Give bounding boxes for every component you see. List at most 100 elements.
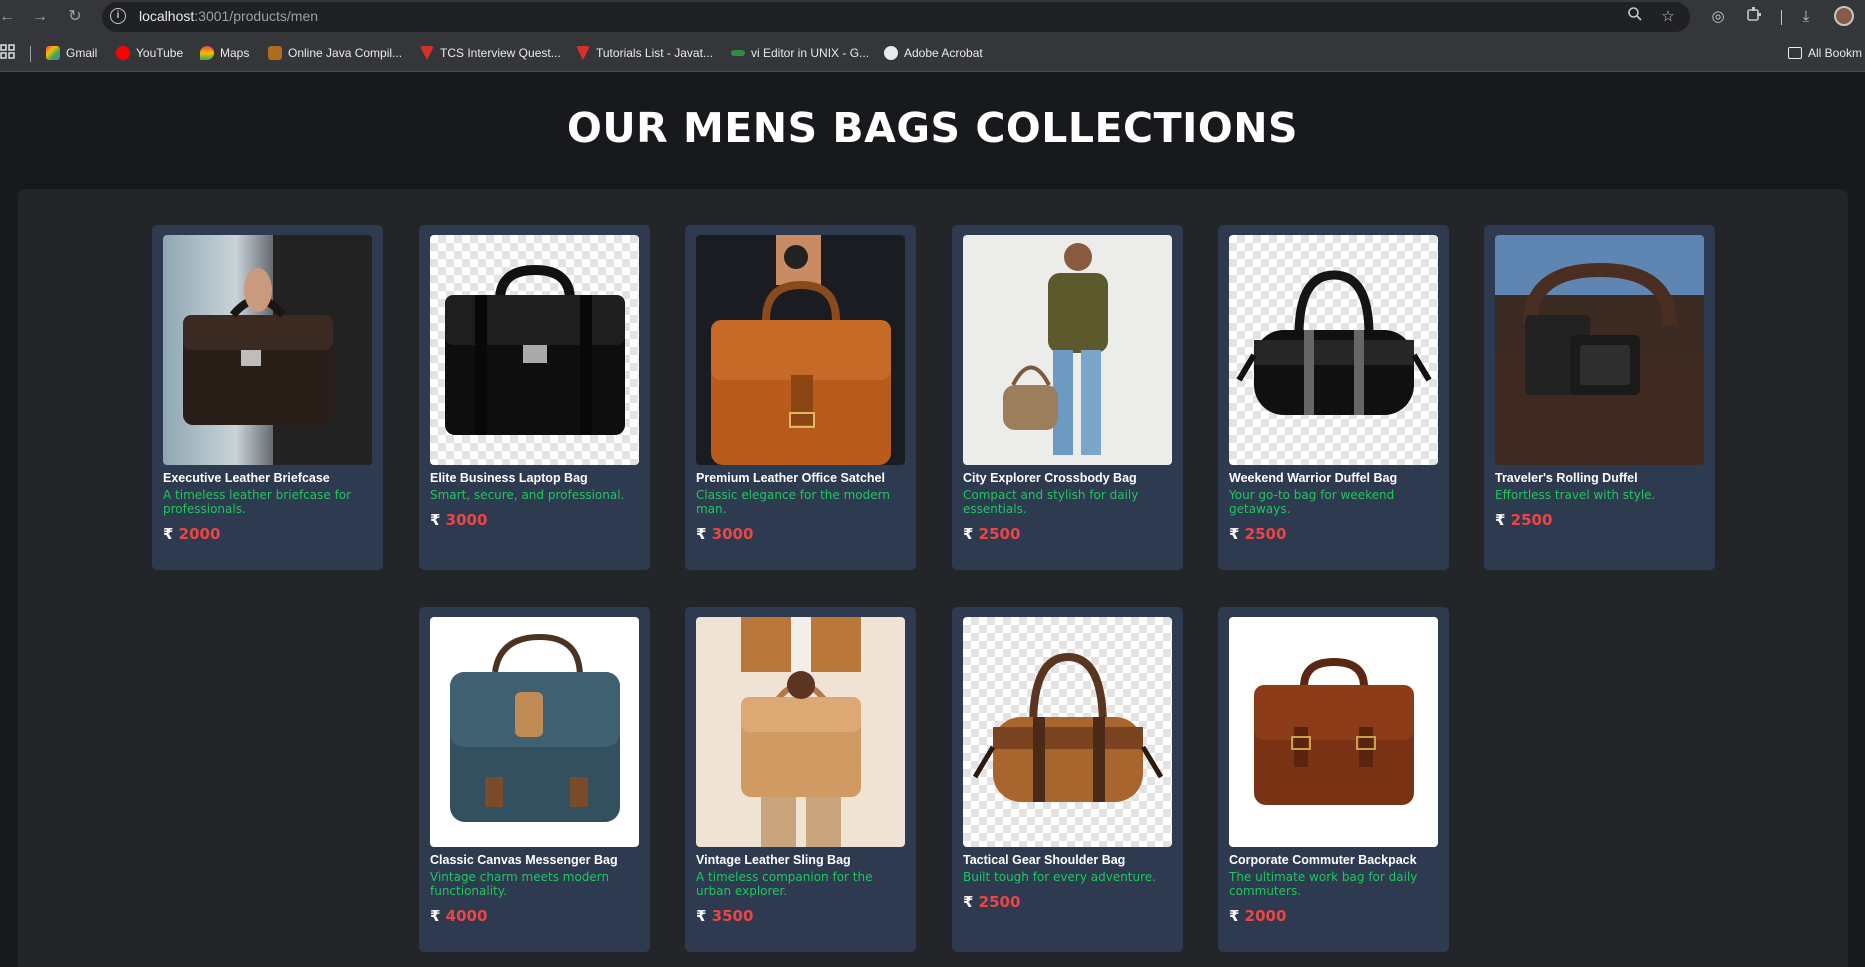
zoom-icon[interactable] [1624,6,1646,28]
globe-icon [884,46,898,60]
price-amount: 4000 [445,907,488,925]
apps-grid-icon[interactable] [0,44,16,60]
product-image [163,235,372,465]
product-name: Premium Leather Office Satchel [696,471,885,485]
url-path: :3001/products/men [194,8,319,24]
product-name: Corporate Commuter Backpack [1229,853,1417,867]
bookmark-label: YouTube [136,46,184,60]
product-image [963,235,1172,465]
product-price: ₹ 3000 [696,525,753,543]
product-card[interactable]: Premium Leather Office Satchel Classic e… [685,225,916,570]
product-name: Executive Leather Briefcase [163,471,330,485]
currency-symbol: ₹ [1229,907,1240,925]
all-bookmarks[interactable]: All Bookm [1788,44,1862,62]
product-price: ₹ 2500 [1229,525,1286,543]
javatpoint-icon [576,46,590,60]
bookmark-youtube[interactable]: YouTube [116,44,183,62]
profile-avatar[interactable] [1834,6,1854,26]
bookmark-label: TCS Interview Quest... [440,46,561,60]
url-host: localhost [139,8,195,24]
product-name: Vintage Leather Sling Bag [696,853,851,867]
bookmark-label: Gmail [66,46,98,60]
product-card[interactable]: Weekend Warrior Duffel Bag Your go-to ba… [1218,225,1449,570]
product-price: ₹ 3000 [430,511,487,529]
bookmark-label: vi Editor in UNIX - G... [751,46,870,60]
site-info-icon[interactable]: i [110,8,126,24]
product-card[interactable]: Classic Canvas Messenger Bag Vintage cha… [419,607,650,952]
product-description: Classic elegance for the modern man. [696,488,890,516]
gmail-icon [46,46,60,60]
product-card[interactable]: Elite Business Laptop Bag Smart, secure,… [419,225,650,570]
price-amount: 2000 [178,525,221,543]
geeksforgeeks-icon [731,50,745,56]
product-image [1229,235,1438,465]
address-bar[interactable] [102,2,1690,32]
extension-circle-icon[interactable]: ◎ [1707,6,1729,28]
forward-arrow-icon[interactable]: → [29,6,51,28]
price-amount: 3000 [445,511,488,529]
all-bookmarks-label: All Bookm [1808,46,1863,60]
price-amount: 2500 [1244,525,1287,543]
extensions-puzzle-icon[interactable] [1743,6,1765,28]
bookmark-online-java-compiler[interactable]: Online Java Compil... [268,44,402,62]
page-title: OUR MENS BAGS COLLECTIONS [566,104,1299,152]
bookmark-vi-editor[interactable]: vi Editor in UNIX - G... [731,44,869,62]
product-description: Smart, secure, and professional. [430,488,625,502]
currency-symbol: ₹ [163,525,174,543]
product-image [1495,235,1704,465]
product-image [963,617,1172,847]
product-description: The ultimate work bag for daily commuter… [1229,870,1418,898]
tcs-icon [420,46,434,60]
bookmarks-divider [30,46,31,62]
product-card[interactable]: Corporate Commuter Backpack The ultimate… [1218,607,1449,952]
product-card[interactable]: Traveler's Rolling Duffel Effortless tra… [1484,225,1715,570]
product-image [696,617,905,847]
product-description: A timeless companion for the urban explo… [696,870,873,898]
browser-toolbar: ← → ↻ i localhost:3001/products/men ☆ ◎ … [0,0,1865,33]
price-amount: 2500 [978,525,1021,543]
product-card[interactable]: City Explorer Crossbody Bag Compact and … [952,225,1183,570]
currency-symbol: ₹ [696,907,707,925]
bookmark-gmail[interactable]: Gmail [46,44,97,62]
bookmark-label: Online Java Compil... [288,46,403,60]
bookmark-adobe-acrobat[interactable]: Adobe Acrobat [884,44,983,62]
price-amount: 2500 [1510,511,1553,529]
price-amount: 2000 [1244,907,1287,925]
bookmark-maps[interactable]: Maps [200,44,249,62]
currency-symbol: ₹ [1229,525,1240,543]
product-price: ₹ 2000 [163,525,220,543]
product-name: Elite Business Laptop Bag [430,471,588,485]
product-price: ₹ 2500 [1495,511,1552,529]
maps-pin-icon [200,46,214,60]
back-arrow-icon[interactable]: ← [0,6,18,28]
product-description: Built tough for every adventure. [963,870,1156,884]
product-description: Your go-to bag for weekend getaways. [1229,488,1395,516]
product-description: Compact and stylish for daily essentials… [963,488,1139,516]
price-amount: 3500 [711,907,754,925]
product-card[interactable]: Tactical Gear Shoulder Bag Built tough f… [952,607,1183,952]
bookmark-label: Tutorials List - Javat... [596,46,713,60]
product-price: ₹ 3500 [696,907,753,925]
currency-symbol: ₹ [430,907,441,925]
product-image [430,235,639,465]
product-price: ₹ 2000 [1229,907,1286,925]
bookmark-star-icon[interactable]: ☆ [1657,6,1679,28]
url-text[interactable]: localhost:3001/products/men [139,8,318,24]
download-icon[interactable]: ⤓ [1795,6,1817,28]
product-name: Weekend Warrior Duffel Bag [1229,471,1398,485]
reload-icon[interactable]: ↻ [64,6,86,28]
product-name: City Explorer Crossbody Bag [963,471,1137,485]
product-card[interactable]: Executive Leather Briefcase A timeless l… [152,225,383,570]
toolbar-divider [1781,10,1782,25]
product-name: Classic Canvas Messenger Bag [430,853,618,867]
product-card[interactable]: Vintage Leather Sling Bag A timeless com… [685,607,916,952]
product-image [1229,617,1438,847]
product-description: Vintage charm meets modern functionality… [430,870,610,898]
bookmark-tcs-interview[interactable]: TCS Interview Quest... [420,44,561,62]
currency-symbol: ₹ [696,525,707,543]
product-name: Tactical Gear Shoulder Bag [963,853,1126,867]
bookmark-tutorials-list[interactable]: Tutorials List - Javat... [576,44,713,62]
product-image [430,617,639,847]
youtube-icon [116,46,130,60]
bookmark-label: Maps [220,46,250,60]
